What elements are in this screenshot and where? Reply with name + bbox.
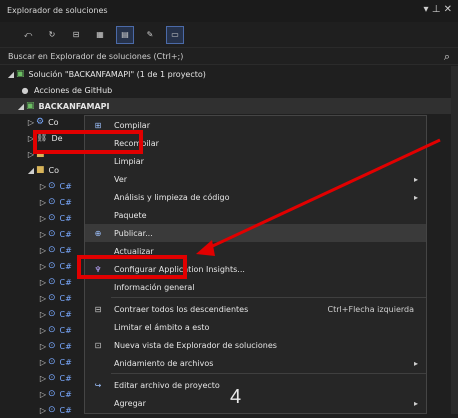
annotation-arrow: [196, 138, 441, 256]
page-number: 4: [230, 386, 242, 408]
